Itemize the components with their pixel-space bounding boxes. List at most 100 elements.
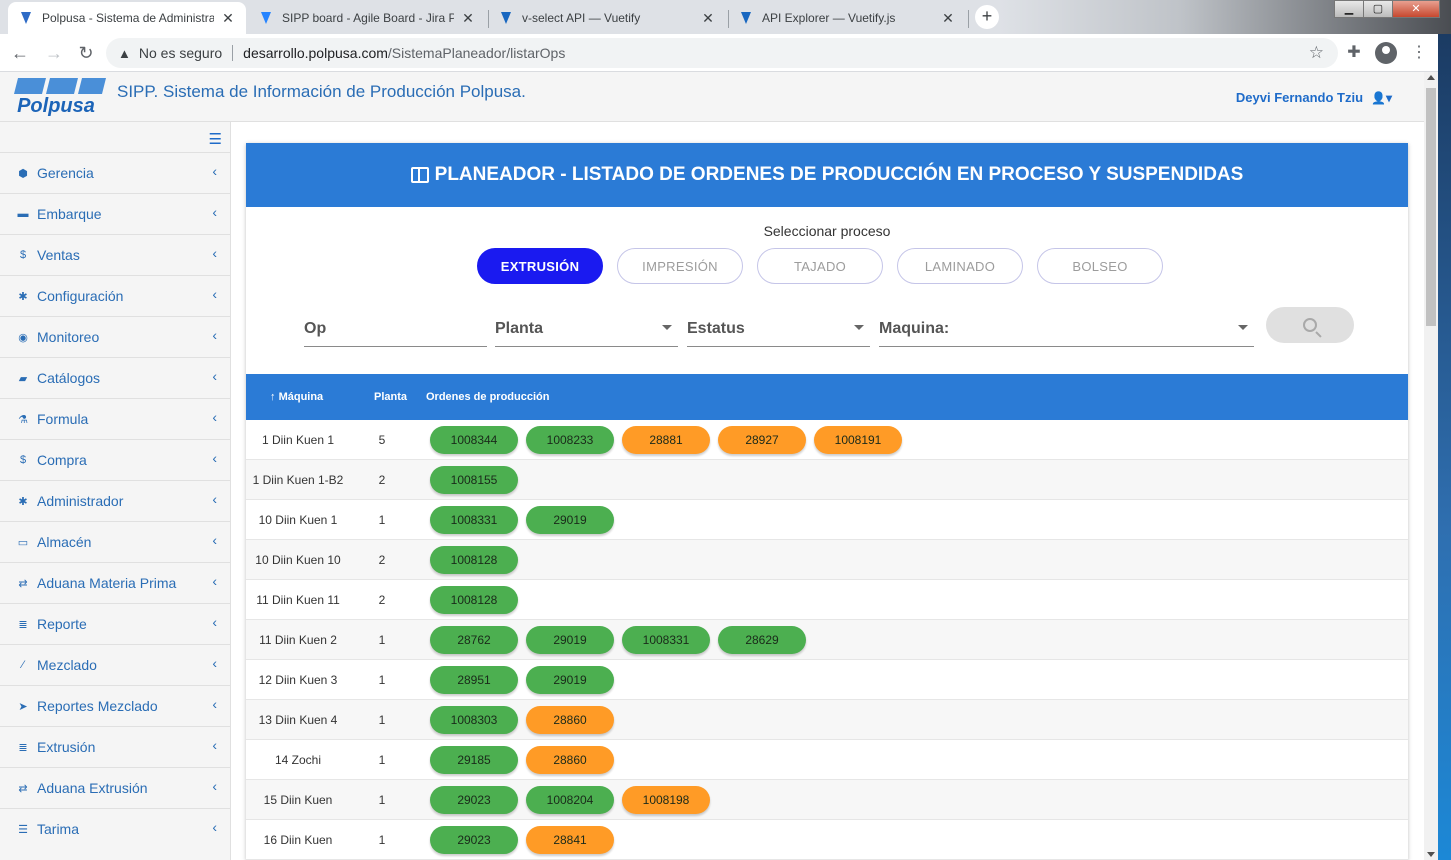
tab-title: Polpusa - Sistema de Administrac <box>42 11 214 25</box>
user-menu[interactable]: Deyvi Fernando Tziu 👤▾ <box>1236 90 1392 105</box>
extensions-icon[interactable]: ✚ <box>1343 42 1365 64</box>
sidebar-item[interactable]: ≣ Reporte ‹ <box>0 603 231 644</box>
dollar-icon: $ <box>19 249 27 261</box>
sidebar-item[interactable]: ▰ Catálogos ‹ <box>0 357 231 398</box>
browser-tab[interactable]: v-select API — Vuetify ✕ <box>488 2 726 34</box>
order-chip[interactable]: 1008331 <box>622 626 710 654</box>
table-row: 10 Diin Kuen 10 2 1008128 <box>246 540 1408 580</box>
order-chip[interactable]: 28841 <box>526 826 614 854</box>
sidebar-item[interactable]: ✱ Configuración ‹ <box>0 275 231 316</box>
header-maquina[interactable]: ↑ Máquina <box>270 391 323 403</box>
card-title: PLANEADOR - LISTADO DE ORDENES DE PRODUC… <box>434 164 1244 185</box>
back-icon[interactable]: ← <box>8 41 32 65</box>
warning-icon: ▲ <box>118 45 131 61</box>
order-chip[interactable]: 28860 <box>526 706 614 734</box>
sidebar-item[interactable]: ▭ Almacén ‹ <box>0 521 231 562</box>
chevron-left-icon: ‹ <box>212 655 217 671</box>
sidebar-item[interactable]: $ Compra ‹ <box>0 439 231 480</box>
page-scrollbar[interactable] <box>1424 72 1438 860</box>
magic-icon: ⁄ <box>22 659 24 671</box>
sidebar-item[interactable]: ⬢ Gerencia ‹ <box>0 152 231 193</box>
process-button[interactable]: IMPRESIÓN <box>617 248 743 284</box>
sidebar-item[interactable]: ⇄ Aduana Extrusión ‹ <box>0 767 231 808</box>
dollar-icon: $ <box>19 454 27 466</box>
scroll-up-icon[interactable] <box>1427 75 1435 80</box>
machine-cell: 16 Diin Kuen <box>263 832 333 847</box>
polpusa-logo[interactable]: Polpusa <box>6 76 110 118</box>
order-chip[interactable]: 1008344 <box>430 426 518 454</box>
sidebar-item[interactable]: ≣ Extrusión ‹ <box>0 726 231 767</box>
order-chip[interactable]: 28881 <box>622 426 710 454</box>
maximize-button[interactable]: ▢ <box>1363 0 1393 18</box>
new-tab-button[interactable]: + <box>975 5 999 29</box>
orders-cell: 1008303 28860 <box>430 706 614 734</box>
favicon-icon <box>498 10 514 26</box>
tab-close-icon[interactable]: ✕ <box>220 10 236 27</box>
url-bar[interactable]: ▲ No es seguro desarrollo.polpusa.com/Si… <box>106 38 1338 68</box>
scroll-thumb[interactable] <box>1426 88 1436 326</box>
order-chip[interactable]: 28927 <box>718 426 806 454</box>
order-chip[interactable]: 28951 <box>430 666 518 694</box>
order-chip[interactable]: 28762 <box>430 626 518 654</box>
forward-icon[interactable]: → <box>42 41 66 65</box>
minimize-button[interactable]: ▁ <box>1334 0 1364 18</box>
sidebar-item[interactable]: ◉ Monitoreo ‹ <box>0 316 231 357</box>
profile-avatar-icon[interactable] <box>1375 42 1397 64</box>
window-close-button[interactable]: ✕ <box>1392 0 1440 18</box>
machine-cell: 14 Zochi <box>274 752 322 767</box>
order-chip[interactable]: 29019 <box>526 666 614 694</box>
order-chip[interactable]: 29019 <box>526 626 614 654</box>
order-chip[interactable]: 29019 <box>526 506 614 534</box>
menu-toggle-icon[interactable]: ☰ <box>209 130 222 148</box>
sidebar-item[interactable]: ⇄ Aduana Materia Prima ‹ <box>0 562 231 603</box>
op-field[interactable]: Op <box>304 311 487 347</box>
plant-cell: 1 <box>378 633 386 647</box>
sidebar-item[interactable]: ☰ Tarima ‹ <box>0 808 231 849</box>
header-maquina-label: Máquina <box>278 391 324 403</box>
order-chip[interactable]: 1008233 <box>526 426 614 454</box>
order-chip[interactable]: 29023 <box>430 826 518 854</box>
order-chip[interactable]: 1008128 <box>430 586 518 614</box>
browser-tab[interactable]: Polpusa - Sistema de Administrac ✕ <box>8 2 246 34</box>
estatus-select[interactable]: Estatus <box>687 311 870 347</box>
order-chip[interactable]: 1008204 <box>526 786 614 814</box>
sidebar-item[interactable]: ⚗ Formula ‹ <box>0 398 231 439</box>
header-planta[interactable]: Planta <box>374 391 407 403</box>
browser-menu-icon[interactable]: ⋮ <box>1408 42 1430 64</box>
table-body: 1 Diin Kuen 1 5 1008344 1008233 28881 28927 10… <box>246 420 1408 860</box>
process-button[interactable]: TAJADO <box>757 248 883 284</box>
planta-select[interactable]: Planta <box>495 311 678 347</box>
order-chip[interactable]: 1008331 <box>430 506 518 534</box>
scroll-down-icon[interactable] <box>1427 852 1435 857</box>
order-chip[interactable]: 29023 <box>430 786 518 814</box>
sidebar-item[interactable]: ➤ Reportes Mezclado ‹ <box>0 685 231 726</box>
tab-close-icon[interactable]: ✕ <box>700 10 716 27</box>
order-chip[interactable]: 28860 <box>526 746 614 774</box>
tab-close-icon[interactable]: ✕ <box>460 10 476 27</box>
browser-tab[interactable]: SIPP board - Agile Board - Jira Pc ✕ <box>248 2 486 34</box>
tab-title: SIPP board - Agile Board - Jira Pc <box>282 11 454 25</box>
order-chip[interactable]: 1008198 <box>622 786 710 814</box>
order-chip[interactable]: 1008128 <box>430 546 518 574</box>
planta-label: Planta <box>495 319 544 337</box>
bookmark-star-icon[interactable]: ☆ <box>1309 43 1324 63</box>
sidebar-item[interactable]: $ Ventas ‹ <box>0 234 231 275</box>
order-chip[interactable]: 1008303 <box>430 706 518 734</box>
sidebar-item[interactable]: ✱ Administrador ‹ <box>0 480 231 521</box>
tab-close-icon[interactable]: ✕ <box>940 10 956 27</box>
search-button[interactable] <box>1266 307 1354 343</box>
order-chip[interactable]: 28629 <box>718 626 806 654</box>
maquina-select[interactable]: Maquina: <box>879 311 1254 347</box>
plant-cell: 2 <box>378 473 386 487</box>
order-chip[interactable]: 29185 <box>430 746 518 774</box>
order-chip[interactable]: 1008155 <box>430 466 518 494</box>
url-divider <box>232 45 234 61</box>
order-chip[interactable]: 1008191 <box>814 426 902 454</box>
process-button[interactable]: BOLSEO <box>1037 248 1163 284</box>
browser-tab[interactable]: API Explorer — Vuetify.js ✕ <box>728 2 966 34</box>
sidebar-item[interactable]: ⁄ Mezclado ‹ <box>0 644 231 685</box>
process-button[interactable]: LAMINADO <box>897 248 1023 284</box>
sidebar-item[interactable]: ▬ Embarque ‹ <box>0 193 231 234</box>
reload-icon[interactable]: ↻ <box>74 41 98 65</box>
process-button[interactable]: EXTRUSIÓN <box>477 248 603 284</box>
